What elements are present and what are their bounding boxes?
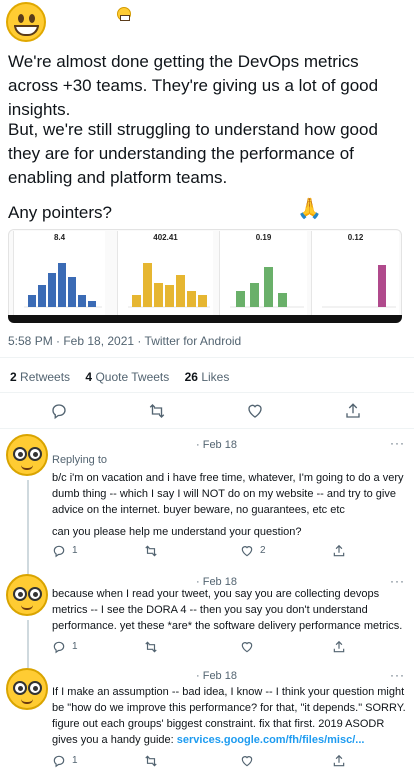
reply-actions: 1 2	[52, 544, 392, 560]
divider	[0, 357, 414, 358]
reply-count: 1	[72, 545, 78, 556]
like-heart-icon[interactable]	[246, 402, 264, 420]
bar	[88, 301, 96, 307]
dashboard-image[interactable]: 8.4 402.41 0.19 0.12	[8, 229, 402, 317]
share-icon[interactable]	[332, 640, 346, 654]
reply-count: 1	[72, 641, 78, 652]
metric-panel: 402.41	[117, 231, 213, 316]
bar-chart	[128, 263, 210, 308]
bar	[78, 295, 86, 307]
bar	[132, 295, 141, 307]
retweet-icon[interactable]	[148, 402, 166, 420]
retweet-icon[interactable]	[144, 544, 158, 558]
reply-text: If I make an assumption -- bad idea, I k…	[52, 686, 406, 746]
reply-icon[interactable]	[50, 402, 68, 420]
bar	[165, 285, 174, 307]
metric-value: 0.12	[347, 233, 364, 242]
reply-count: 1	[72, 755, 78, 766]
metric-value: 0.19	[255, 233, 272, 242]
metric-panel: 8.4	[13, 231, 105, 316]
bar	[278, 293, 287, 307]
bar	[143, 263, 152, 307]
reply-link[interactable]: services.google.com/fh/files/misc/...	[177, 734, 365, 746]
bar-chart	[322, 265, 396, 308]
retweet-icon[interactable]	[144, 754, 158, 768]
folded-hands-emoji-icon: 🙏	[297, 198, 322, 220]
bar	[250, 283, 259, 307]
more-options-icon[interactable]: ···	[390, 668, 405, 682]
replying-to-label: Replying to	[52, 454, 108, 466]
bar	[28, 295, 36, 307]
reply-icon[interactable]	[52, 754, 66, 768]
reply-text: b/c i'm on vacation and i have free time…	[52, 472, 404, 516]
metric-panel: 0.12	[311, 231, 399, 316]
bar	[38, 285, 46, 307]
like-heart-icon[interactable]	[240, 640, 254, 654]
reply-timestamp[interactable]: · Feb 18	[196, 439, 237, 451]
like-count: 2	[260, 545, 266, 556]
tweet-paragraph-3: Any pointers?	[8, 203, 112, 222]
avatar[interactable]	[6, 2, 46, 42]
bar	[48, 273, 56, 307]
avatar[interactable]	[6, 668, 48, 710]
share-icon[interactable]	[332, 544, 346, 558]
retweet-icon[interactable]	[144, 640, 158, 654]
tweet-stats: 2 Retweets 4 Quote Tweets 26 Likes	[10, 370, 241, 384]
bar	[154, 283, 163, 307]
likes-stat[interactable]: 26 Likes	[185, 370, 230, 384]
avatar[interactable]	[6, 574, 48, 616]
bar	[68, 277, 76, 307]
bar	[58, 263, 66, 307]
like-heart-icon[interactable]	[240, 754, 254, 768]
reply-text: can you please help me understand your q…	[52, 526, 302, 538]
reply-timestamp[interactable]: · Feb 18	[196, 670, 237, 682]
tweet-paragraph-2: But, we're still struggling to understan…	[8, 120, 378, 187]
bar	[176, 275, 185, 307]
reply-icon[interactable]	[52, 544, 66, 558]
divider	[0, 392, 414, 393]
metric-value: 8.4	[53, 233, 66, 242]
retweets-stat[interactable]: 2 Retweets	[10, 370, 70, 384]
metric-value: 402.41	[153, 233, 178, 242]
share-icon[interactable]	[344, 402, 362, 420]
like-heart-icon[interactable]	[240, 544, 254, 558]
reply-text: because when I read your tweet, you say …	[52, 588, 403, 632]
bar-chart	[230, 267, 304, 308]
bar	[187, 291, 196, 307]
quote-tweets-stat[interactable]: 4 Quote Tweets	[85, 370, 169, 384]
bar-chart	[24, 263, 102, 308]
bar	[236, 291, 245, 307]
tweet-timestamp[interactable]: 5:58 PM · Feb 18, 2021 · Twitter for And…	[8, 334, 241, 348]
reply-actions: 1	[52, 640, 392, 656]
bar	[378, 265, 386, 307]
grimace-emoji-icon	[117, 7, 131, 21]
reply-icon[interactable]	[52, 640, 66, 654]
reply-actions: 1	[52, 754, 392, 770]
share-icon[interactable]	[332, 754, 346, 768]
more-options-icon[interactable]: ···	[390, 436, 405, 450]
tweet-paragraph-1: We're almost done getting the DevOps met…	[8, 52, 379, 119]
bar	[198, 295, 207, 307]
avatar[interactable]	[6, 434, 48, 476]
divider	[0, 428, 414, 429]
bar	[264, 267, 273, 307]
metric-panel: 0.19	[219, 231, 307, 316]
